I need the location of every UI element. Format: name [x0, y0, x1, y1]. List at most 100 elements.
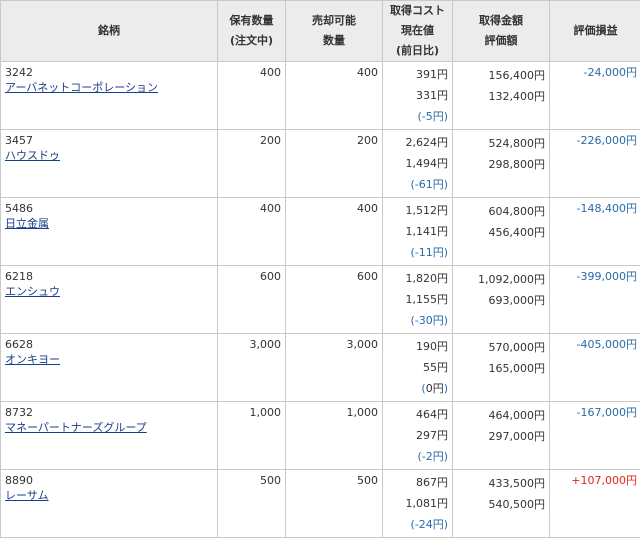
table-row: 5486日立金属4004001,512円1,141円(-11円)604,800円… — [1, 198, 640, 266]
profit-loss: -226,000円 — [550, 130, 640, 198]
stock-name-link[interactable]: ハウスドゥ — [5, 149, 60, 162]
hold-qty: 500 — [218, 470, 286, 538]
profit-loss: -167,000円 — [550, 402, 640, 470]
sell-qty: 3,000 — [286, 334, 383, 402]
hold-qty: 3,000 — [218, 334, 286, 402]
stock-name-link[interactable]: マネーパートナーズグループ — [5, 421, 147, 434]
stock-code: 6218 — [5, 269, 217, 284]
stock-cell: 3242アーバネットコーポレーション — [1, 62, 218, 130]
price-change-value: -61円 — [415, 178, 444, 191]
profit-loss: -148,400円 — [550, 198, 640, 266]
profit-loss-value: -226,000円 — [577, 134, 637, 147]
stock-name-link[interactable]: エンシュウ — [5, 285, 60, 298]
stock-code: 3457 — [5, 133, 217, 148]
profit-loss-value: -148,400円 — [577, 202, 637, 215]
acquisition-cost: 391円 — [383, 64, 448, 85]
header-name: 銘柄 — [1, 1, 218, 62]
header-row: 銘柄 保有数量 (注文中) 売却可能 数量 取得コスト 現在値 (前日比) 取得… — [1, 1, 640, 62]
header-hold-qty-line1: 保有数量 — [218, 11, 285, 31]
price-change: (-2円) — [383, 446, 448, 467]
amount-cell: 156,400円132,400円 — [453, 62, 550, 130]
cost-cell: 867円1,081円(-24円) — [383, 470, 453, 538]
stock-name-link[interactable]: 日立金属 — [5, 217, 49, 230]
acquisition-cost: 190円 — [383, 336, 448, 357]
cost-cell: 1,820円1,155円(-30円) — [383, 266, 453, 334]
acquisition-cost: 2,624円 — [383, 132, 448, 153]
stock-cell: 8732マネーパートナーズグループ — [1, 402, 218, 470]
header-amount-line1: 取得金額 — [453, 11, 549, 31]
profit-loss: -399,000円 — [550, 266, 640, 334]
profit-loss-value: +107,000円 — [571, 474, 637, 487]
header-cost-line2: 現在値 — [383, 21, 452, 41]
stock-code: 3242 — [5, 65, 217, 80]
current-price: 1,494円 — [383, 153, 448, 174]
valuation-amount: 132,400円 — [453, 86, 545, 107]
valuation-amount: 298,800円 — [453, 154, 545, 175]
sell-qty: 200 — [286, 130, 383, 198]
table-row: 6628オンキヨー3,0003,000190円55円(0円)570,000円16… — [1, 334, 640, 402]
acquired-amount: 156,400円 — [453, 65, 545, 86]
stock-cell: 6628オンキヨー — [1, 334, 218, 402]
price-change-value: -11円 — [415, 246, 444, 259]
profit-loss-value: -24,000円 — [584, 66, 637, 79]
current-price: 1,155円 — [383, 289, 448, 310]
header-amount: 取得金額 評価額 — [453, 1, 550, 62]
stock-code: 6628 — [5, 337, 217, 352]
cost-cell: 2,624円1,494円(-61円) — [383, 130, 453, 198]
profit-loss: +107,000円 — [550, 470, 640, 538]
valuation-amount: 165,000円 — [453, 358, 545, 379]
hold-qty: 200 — [218, 130, 286, 198]
profit-loss-value: -167,000円 — [577, 406, 637, 419]
acquired-amount: 464,000円 — [453, 405, 545, 426]
amount-cell: 464,000円297,000円 — [453, 402, 550, 470]
sell-qty: 400 — [286, 62, 383, 130]
price-change-value: -5円 — [422, 110, 444, 123]
amount-cell: 570,000円165,000円 — [453, 334, 550, 402]
acquisition-cost: 867円 — [383, 472, 448, 493]
current-price: 1,081円 — [383, 493, 448, 514]
current-price: 297円 — [383, 425, 448, 446]
profit-loss-value: -405,000円 — [577, 338, 637, 351]
hold-qty: 600 — [218, 266, 286, 334]
header-sell-qty-line2: 数量 — [286, 31, 382, 51]
sell-qty: 500 — [286, 470, 383, 538]
profit-loss: -24,000円 — [550, 62, 640, 130]
price-change: (0円) — [383, 378, 448, 399]
header-cost: 取得コスト 現在値 (前日比) — [383, 1, 453, 62]
header-amount-line2: 評価額 — [453, 31, 549, 51]
sell-qty: 600 — [286, 266, 383, 334]
header-cost-line1: 取得コスト — [383, 1, 452, 21]
price-change: (-30円) — [383, 310, 448, 331]
acquired-amount: 433,500円 — [453, 473, 545, 494]
header-sell-qty: 売却可能 数量 — [286, 1, 383, 62]
price-change: (-61円) — [383, 174, 448, 195]
sell-qty: 400 — [286, 198, 383, 266]
acquired-amount: 1,092,000円 — [453, 269, 545, 290]
stock-name-link[interactable]: アーバネットコーポレーション — [5, 81, 158, 94]
table-row: 8732マネーパートナーズグループ1,0001,000464円297円(-2円)… — [1, 402, 640, 470]
stock-name-link[interactable]: レーサム — [5, 489, 49, 502]
amount-cell: 1,092,000円693,000円 — [453, 266, 550, 334]
valuation-amount: 456,400円 — [453, 222, 545, 243]
profit-loss-value: -399,000円 — [577, 270, 637, 283]
cost-cell: 190円55円(0円) — [383, 334, 453, 402]
price-change-value: -30円 — [415, 314, 444, 327]
cost-cell: 464円297円(-2円) — [383, 402, 453, 470]
current-price: 55円 — [383, 357, 448, 378]
stock-name-link[interactable]: オンキヨー — [5, 353, 60, 366]
amount-cell: 433,500円540,500円 — [453, 470, 550, 538]
price-change-value: -24円 — [415, 518, 444, 531]
price-change: (-24円) — [383, 514, 448, 535]
current-price: 331円 — [383, 85, 448, 106]
price-change-value: -2円 — [422, 450, 444, 463]
acquired-amount: 570,000円 — [453, 337, 545, 358]
price-change: (-11円) — [383, 242, 448, 263]
table-row: 3457ハウスドゥ2002002,624円1,494円(-61円)524,800… — [1, 130, 640, 198]
valuation-amount: 297,000円 — [453, 426, 545, 447]
stock-cell: 8890レーサム — [1, 470, 218, 538]
table-row: 8890レーサム500500867円1,081円(-24円)433,500円54… — [1, 470, 640, 538]
hold-qty: 400 — [218, 62, 286, 130]
valuation-amount: 693,000円 — [453, 290, 545, 311]
amount-cell: 604,800円456,400円 — [453, 198, 550, 266]
stock-code: 5486 — [5, 201, 217, 216]
